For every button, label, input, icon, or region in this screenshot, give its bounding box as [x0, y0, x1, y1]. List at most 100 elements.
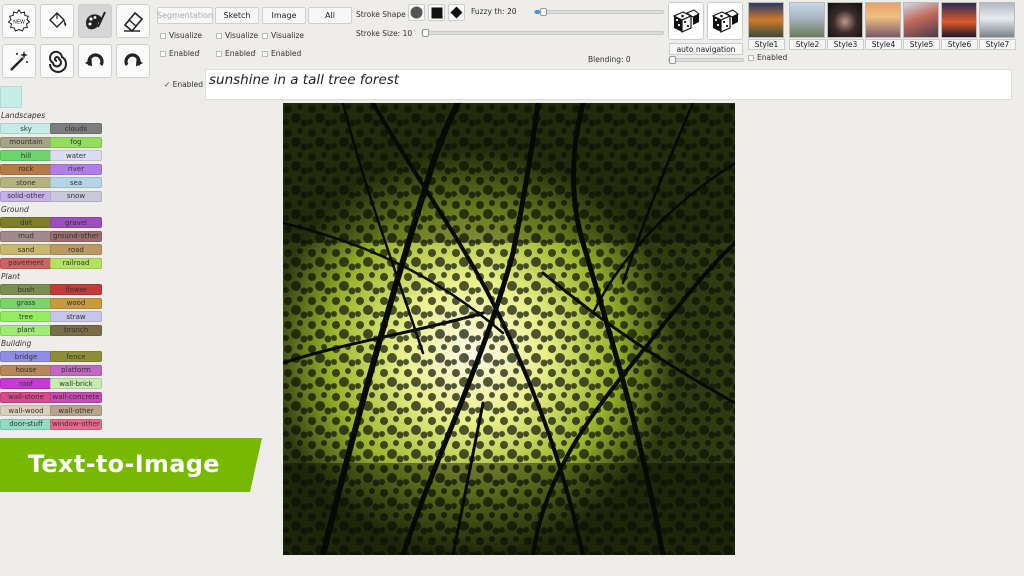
redo-button[interactable]	[116, 44, 150, 78]
segmentation-visualize-checkbox[interactable]: Visualize	[160, 31, 202, 40]
label-fence-button[interactable]: fence	[50, 351, 102, 362]
sketch-visualize-checkbox[interactable]: Visualize	[216, 31, 258, 40]
label-fog-button[interactable]: fog	[50, 136, 102, 148]
prompt-enabled-checkbox[interactable]: ✓ Enabled	[164, 80, 203, 89]
label-branch-button[interactable]: branch	[50, 324, 102, 336]
label-platform-button[interactable]: platform	[50, 364, 102, 376]
label-dirt-button[interactable]: dirt	[0, 217, 52, 228]
selected-color-swatch[interactable]	[0, 86, 22, 108]
style1-button[interactable]: Style1	[748, 39, 785, 50]
style7-thumbnail[interactable]	[979, 2, 1015, 38]
fuzzy-threshold-knob[interactable]	[540, 8, 547, 16]
stroke-shape-square[interactable]	[428, 4, 445, 21]
image-enabled-checkbox[interactable]: Enabled	[262, 49, 301, 58]
style4-thumbnail[interactable]	[865, 2, 901, 38]
segmentation-button[interactable]: Segmentation	[157, 7, 213, 24]
eraser-icon	[123, 11, 144, 33]
square-icon	[431, 7, 442, 18]
label-straw-button[interactable]: straw	[50, 311, 102, 322]
stroke-shape-circle[interactable]	[408, 4, 425, 21]
stroke-size-knob[interactable]	[422, 29, 429, 37]
new-button[interactable]: NEW	[2, 4, 36, 38]
image-visualize-checkbox[interactable]: Visualize	[262, 31, 304, 40]
label-grass-button[interactable]: grass	[0, 297, 52, 309]
swirl-button[interactable]	[40, 44, 74, 78]
style3-button[interactable]: Style3	[827, 39, 864, 50]
banner-title: Text-to-Image	[28, 450, 220, 478]
fill-button[interactable]	[40, 4, 74, 38]
segmentation-enabled-checkbox[interactable]: Enabled	[160, 49, 199, 58]
blending-knob[interactable]	[669, 56, 676, 64]
label-window-other-button[interactable]: window-other	[50, 418, 102, 430]
label-hill-button[interactable]: hill	[0, 150, 52, 161]
sketch-button[interactable]: Sketch	[215, 7, 259, 24]
random-dice-button-2[interactable]	[707, 2, 743, 40]
label-solid-other-button[interactable]: solid-other	[0, 190, 52, 202]
style7-button[interactable]: Style7	[979, 39, 1016, 50]
label-pavement-button[interactable]: pavement	[0, 257, 52, 269]
label-house-button[interactable]: house	[0, 364, 52, 376]
label-wall-concrete-button[interactable]: wall-concrete	[50, 391, 102, 403]
label-clouds-button[interactable]: clouds	[50, 123, 102, 134]
fuzzy-threshold-slider[interactable]	[534, 8, 664, 16]
label-ground-other-button[interactable]: ground-other	[50, 230, 102, 242]
label-group-title: Landscapes	[1, 111, 46, 120]
label-bridge-button[interactable]: bridge	[0, 351, 52, 362]
label-stone-button[interactable]: stone	[0, 177, 52, 188]
label-rock-button[interactable]: rock	[0, 163, 52, 175]
style6-thumbnail[interactable]	[941, 2, 977, 38]
undo-button[interactable]	[78, 44, 112, 78]
label-gravel-button[interactable]: gravel	[50, 217, 102, 228]
fuzzy-threshold-label: Fuzzy th: 20	[471, 7, 517, 16]
style5-thumbnail[interactable]	[903, 2, 939, 38]
label-sky-button[interactable]: sky	[0, 123, 52, 134]
paint-bucket-icon	[49, 12, 67, 28]
style-enabled-checkbox[interactable]: Enabled	[748, 53, 787, 62]
image-button[interactable]: Image	[262, 7, 306, 24]
label-snow-button[interactable]: snow	[50, 190, 102, 202]
label-mud-button[interactable]: mud	[0, 230, 52, 242]
diamond-icon	[450, 6, 463, 19]
label-flower-button[interactable]: flower	[50, 284, 102, 295]
label-mountain-button[interactable]: mountain	[0, 136, 52, 148]
label-sand-button[interactable]: sand	[0, 244, 52, 255]
stroke-shape-diamond[interactable]	[448, 4, 465, 21]
auto-navigation-button[interactable]: auto navigation	[669, 43, 743, 55]
label-wall-other-button[interactable]: wall-other	[50, 405, 102, 416]
label-wood-button[interactable]: wood	[50, 297, 102, 309]
label-water-button[interactable]: water	[50, 150, 102, 161]
eraser-button[interactable]	[116, 4, 150, 38]
blending-slider[interactable]	[668, 56, 744, 64]
all-button[interactable]: All	[308, 7, 352, 24]
stroke-size-slider[interactable]	[421, 29, 664, 37]
palette-button[interactable]	[78, 4, 112, 38]
magic-wand-button[interactable]	[2, 44, 36, 78]
style1-thumbnail[interactable]	[748, 2, 784, 38]
label-plant-button[interactable]: plant	[0, 324, 52, 336]
label-railroad-button[interactable]: railroad	[50, 257, 102, 269]
blending-label: Blending: 0	[588, 55, 631, 64]
label-door-stuff-button[interactable]: door-stuff	[0, 418, 52, 430]
label-tree-button[interactable]: tree	[0, 311, 52, 322]
style3-thumbnail[interactable]	[827, 2, 863, 38]
style5-button[interactable]: Style5	[903, 39, 940, 50]
label-wall-stone-button[interactable]: wall-stone	[0, 391, 52, 403]
random-dice-button-1[interactable]	[668, 2, 704, 40]
style2-thumbnail[interactable]	[789, 2, 825, 38]
generated-image-canvas[interactable]	[283, 103, 735, 555]
label-sea-button[interactable]: sea	[50, 177, 102, 188]
label-road-button[interactable]: road	[50, 244, 102, 255]
prompt-input[interactable]: sunshine in a tall tree forest	[205, 69, 1012, 100]
style6-button[interactable]: Style6	[941, 39, 978, 50]
label-bush-button[interactable]: bush	[0, 284, 52, 295]
style2-button[interactable]: Style2	[789, 39, 826, 50]
dice-icon	[711, 9, 739, 33]
sketch-enabled-checkbox[interactable]: Enabled	[216, 49, 255, 58]
label-roof-button[interactable]: roof	[0, 378, 52, 389]
label-river-button[interactable]: river	[50, 163, 102, 175]
swirl-icon	[49, 50, 67, 73]
style4-button[interactable]: Style4	[865, 39, 902, 50]
label-wall-brick-button[interactable]: wall-brick	[50, 378, 102, 389]
forest-canopy-image	[283, 103, 735, 555]
label-wall-wood-button[interactable]: wall-wood	[0, 405, 52, 416]
